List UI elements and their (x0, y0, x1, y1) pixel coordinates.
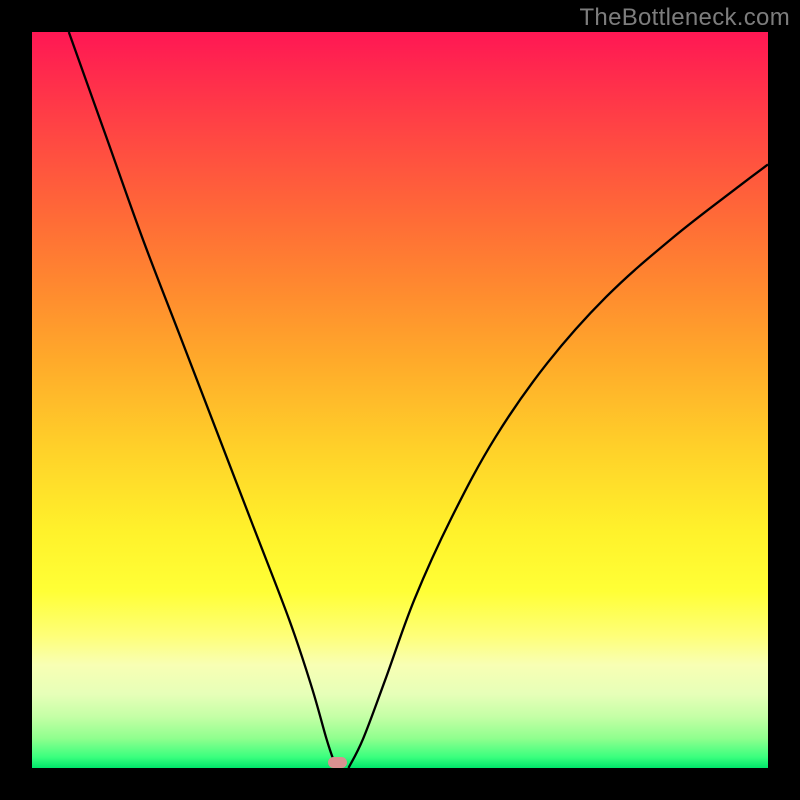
bottleneck-curve-right-path (348, 164, 768, 768)
bottleneck-curve-left-path (69, 32, 338, 768)
chart-plot-area (32, 32, 768, 768)
chart-frame: TheBottleneck.com (0, 0, 800, 800)
optimal-point-marker (328, 757, 348, 768)
bottleneck-curve (32, 32, 768, 768)
watermark-text: TheBottleneck.com (579, 4, 790, 32)
